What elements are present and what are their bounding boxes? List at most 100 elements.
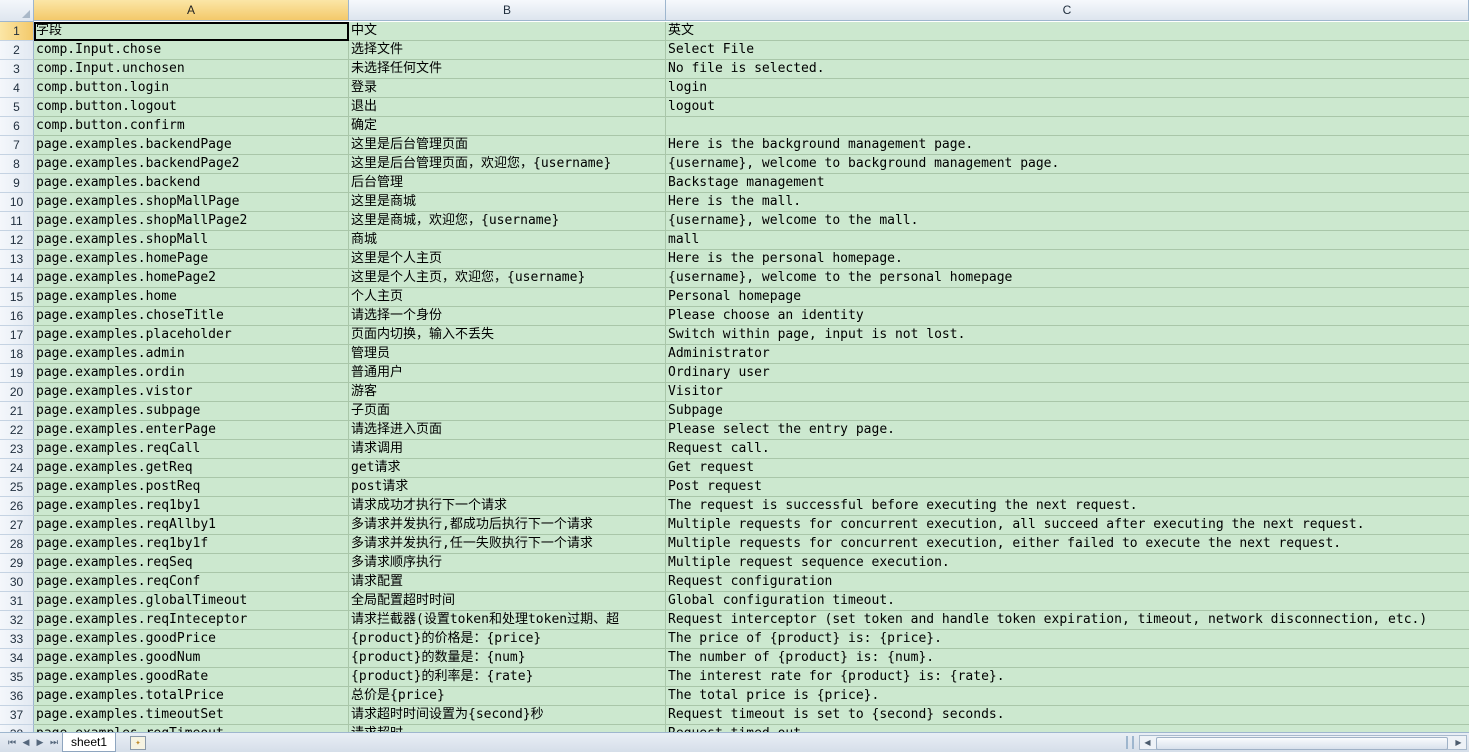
- scroll-left-icon[interactable]: ◀: [1141, 736, 1154, 749]
- cell-a[interactable]: page.examples.globalTimeout: [34, 592, 349, 611]
- row-header[interactable]: 19: [0, 364, 34, 383]
- cell-c[interactable]: Get request: [666, 459, 1469, 478]
- cell-c[interactable]: The total price is {price}.: [666, 687, 1469, 706]
- cell-c[interactable]: Request timed out: [666, 725, 1469, 732]
- cell-b[interactable]: 这里是后台管理页面: [349, 136, 666, 155]
- cell-b[interactable]: 这里是个人主页: [349, 250, 666, 269]
- cell-a[interactable]: page.examples.req1by1: [34, 497, 349, 516]
- cell-b[interactable]: 管理员: [349, 345, 666, 364]
- scrollbar-thumb[interactable]: [1156, 737, 1448, 750]
- cell-c[interactable]: Post request: [666, 478, 1469, 497]
- cell-a[interactable]: page.examples.goodPrice: [34, 630, 349, 649]
- row-header[interactable]: 9: [0, 174, 34, 193]
- row-header[interactable]: 27: [0, 516, 34, 535]
- row-header[interactable]: 7: [0, 136, 34, 155]
- cell-c[interactable]: Here is the background management page.: [666, 136, 1469, 155]
- cell-b[interactable]: 未选择任何文件: [349, 60, 666, 79]
- cell-c[interactable]: logout: [666, 98, 1469, 117]
- cell-c[interactable]: Select File: [666, 41, 1469, 60]
- cell-c[interactable]: No file is selected.: [666, 60, 1469, 79]
- row-header[interactable]: 10: [0, 193, 34, 212]
- cell-a[interactable]: page.examples.subpage: [34, 402, 349, 421]
- cell-a[interactable]: page.examples.getReq: [34, 459, 349, 478]
- column-header-b[interactable]: B: [349, 0, 666, 21]
- cell-b[interactable]: 这里是商城，欢迎您，{username}: [349, 212, 666, 231]
- cell-b[interactable]: 请选择一个身份: [349, 307, 666, 326]
- cell-a[interactable]: page.examples.admin: [34, 345, 349, 364]
- cell-c[interactable]: {username}, welcome to the mall.: [666, 212, 1469, 231]
- row-header[interactable]: 34: [0, 649, 34, 668]
- cell-c[interactable]: Please choose an identity: [666, 307, 1469, 326]
- row-header[interactable]: 29: [0, 554, 34, 573]
- row-header[interactable]: 11: [0, 212, 34, 231]
- cell-b[interactable]: 请求成功才执行下一个请求: [349, 497, 666, 516]
- cell-a[interactable]: comp.Input.unchosen: [34, 60, 349, 79]
- cell-a[interactable]: page.examples.shopMallPage: [34, 193, 349, 212]
- row-header[interactable]: 1: [0, 22, 34, 41]
- cell-a[interactable]: comp.button.confirm: [34, 117, 349, 136]
- cell-b[interactable]: {product}的利率是：{rate}: [349, 668, 666, 687]
- cell-c[interactable]: Ordinary user: [666, 364, 1469, 383]
- row-header[interactable]: 22: [0, 421, 34, 440]
- cell-c[interactable]: Please select the entry page.: [666, 421, 1469, 440]
- cell-a[interactable]: page.examples.postReq: [34, 478, 349, 497]
- cell-a[interactable]: page.examples.reqSeq: [34, 554, 349, 573]
- row-header[interactable]: 14: [0, 269, 34, 288]
- cell-a[interactable]: page.examples.enterPage: [34, 421, 349, 440]
- cell-b[interactable]: 退出: [349, 98, 666, 117]
- cell-b[interactable]: 游客: [349, 383, 666, 402]
- cell-c[interactable]: {username}, welcome to background manage…: [666, 155, 1469, 174]
- cell-c[interactable]: Request interceptor (set token and handl…: [666, 611, 1469, 630]
- cell-c[interactable]: Personal homepage: [666, 288, 1469, 307]
- cell-c[interactable]: Visitor: [666, 383, 1469, 402]
- cell-b[interactable]: 请求超时时间设置为{second}秒: [349, 706, 666, 725]
- cell-c[interactable]: Request configuration: [666, 573, 1469, 592]
- cell-c[interactable]: The number of {product} is: {num}.: [666, 649, 1469, 668]
- cell-b[interactable]: 页面内切换，输入不丢失: [349, 326, 666, 345]
- cell-a[interactable]: comp.Input.chose: [34, 41, 349, 60]
- cell-a[interactable]: page.examples.reqInteceptor: [34, 611, 349, 630]
- cell-b[interactable]: 登录: [349, 79, 666, 98]
- cell-a[interactable]: comp.button.login: [34, 79, 349, 98]
- cell-a[interactable]: page.examples.req1by1f: [34, 535, 349, 554]
- next-sheet-icon[interactable]: ▶: [34, 737, 46, 749]
- cell-c[interactable]: Backstage management: [666, 174, 1469, 193]
- row-header[interactable]: 13: [0, 250, 34, 269]
- cell-c[interactable]: Administrator: [666, 345, 1469, 364]
- row-header[interactable]: 12: [0, 231, 34, 250]
- row-header[interactable]: 25: [0, 478, 34, 497]
- cell-c[interactable]: Switch within page, input is not lost.: [666, 326, 1469, 345]
- select-all-corner[interactable]: [0, 0, 34, 22]
- cell-c[interactable]: Multiple requests for concurrent executi…: [666, 516, 1469, 535]
- row-header[interactable]: 38: [0, 725, 34, 732]
- tab-split-handle[interactable]: [1126, 736, 1134, 749]
- cell-b[interactable]: 后台管理: [349, 174, 666, 193]
- horizontal-scrollbar[interactable]: ◀ ▶: [1139, 735, 1467, 750]
- cell-b[interactable]: 多请求并发执行,都成功后执行下一个请求: [349, 516, 666, 535]
- cell-b[interactable]: 多请求顺序执行: [349, 554, 666, 573]
- row-header[interactable]: 24: [0, 459, 34, 478]
- row-header[interactable]: 20: [0, 383, 34, 402]
- cell-b[interactable]: 请求超时: [349, 725, 666, 732]
- cell-b[interactable]: 全局配置超时时间: [349, 592, 666, 611]
- cell-c[interactable]: mall: [666, 231, 1469, 250]
- cell-a[interactable]: page.examples.placeholder: [34, 326, 349, 345]
- cell-b[interactable]: 请求配置: [349, 573, 666, 592]
- spreadsheet-grid[interactable]: A B C 1 字段 中文 英文 2 comp.Input.chose 选择文件 Select…: [0, 0, 1469, 732]
- cell-a[interactable]: comp.button.logout: [34, 98, 349, 117]
- cell-b[interactable]: 确定: [349, 117, 666, 136]
- cell-c[interactable]: Request call.: [666, 440, 1469, 459]
- cell-c[interactable]: Subpage: [666, 402, 1469, 421]
- cell-a[interactable]: page.examples.backend: [34, 174, 349, 193]
- first-sheet-icon[interactable]: ⏮: [6, 737, 18, 749]
- cell-a[interactable]: page.examples.ordin: [34, 364, 349, 383]
- cell-b[interactable]: 这里是个人主页，欢迎您，{username}: [349, 269, 666, 288]
- cell-a[interactable]: page.examples.shopMallPage2: [34, 212, 349, 231]
- cell-b[interactable]: 普通用户: [349, 364, 666, 383]
- cell-a[interactable]: page.examples.homePage2: [34, 269, 349, 288]
- cell-c[interactable]: login: [666, 79, 1469, 98]
- row-header[interactable]: 33: [0, 630, 34, 649]
- cell-b[interactable]: 请选择进入页面: [349, 421, 666, 440]
- cell-c[interactable]: The price of {product} is: {price}.: [666, 630, 1469, 649]
- cell-b[interactable]: 子页面: [349, 402, 666, 421]
